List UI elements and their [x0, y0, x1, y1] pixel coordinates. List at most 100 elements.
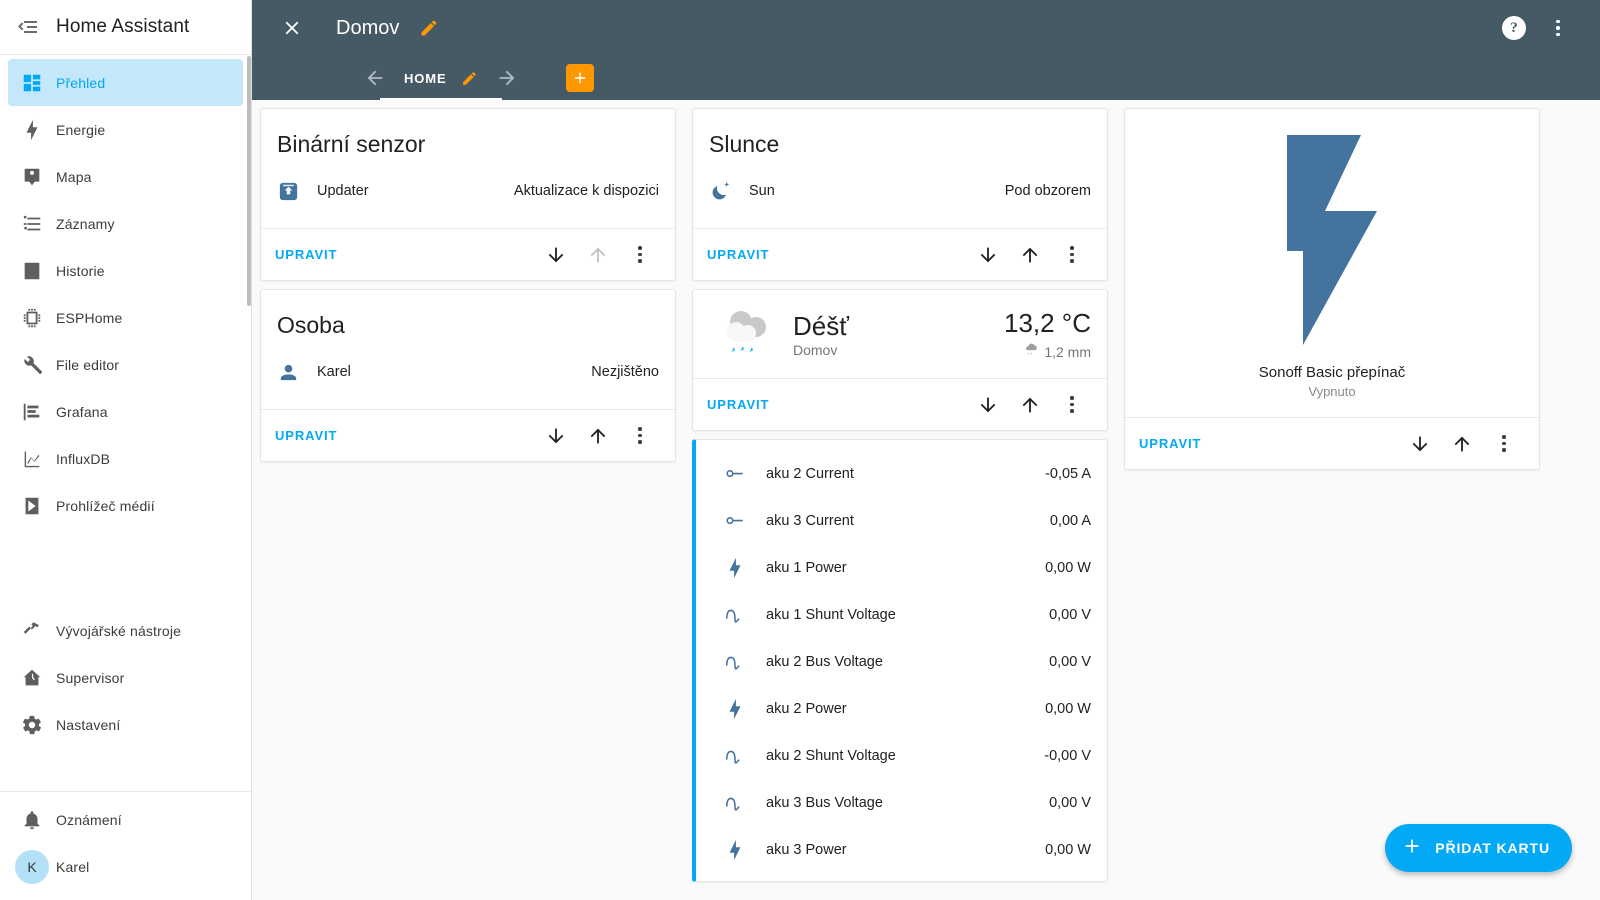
card-weather[interactable]: Déšť Domov 13,2 °C 1,2 mm UPRAVIT	[692, 289, 1108, 431]
move-card-down-button[interactable]	[1399, 423, 1441, 465]
pencil-icon[interactable]	[461, 70, 478, 87]
dots-vertical-icon	[1070, 396, 1074, 413]
move-card-down-button[interactable]	[535, 234, 577, 276]
dots-vertical-icon	[1070, 246, 1074, 263]
edit-card-button[interactable]: UPRAVIT	[275, 247, 337, 262]
card-overflow-button[interactable]	[619, 234, 661, 276]
arrow-right-icon[interactable]	[484, 67, 530, 89]
wrench-icon	[8, 354, 56, 376]
sidebar-item-grafana[interactable]: Grafana	[8, 388, 243, 435]
sensor-row[interactable]: aku 3 Current 0,00 A	[696, 497, 1107, 544]
sidebar-item-zaznamy[interactable]: Záznamy	[8, 200, 243, 247]
entity-name: Sun	[749, 183, 775, 199]
sidebar-item-historie[interactable]: Historie	[8, 247, 243, 294]
chip-icon	[8, 307, 56, 329]
edit-card-button[interactable]: UPRAVIT	[707, 397, 769, 412]
sensor-row[interactable]: aku 2 Power 0,00 W	[696, 685, 1107, 732]
edit-card-button[interactable]: UPRAVIT	[275, 428, 337, 443]
weather-pouring-icon	[1022, 342, 1039, 362]
sensor-value: 0,00 W	[1045, 841, 1091, 858]
card-overflow-button[interactable]	[1483, 423, 1525, 465]
lightning-bolt-icon	[8, 119, 56, 141]
sensor-row[interactable]: aku 3 Power 0,00 W	[696, 826, 1107, 873]
sensor-row[interactable]: aku 3 Bus Voltage 0,00 V	[696, 779, 1107, 826]
entity-name: Karel	[317, 364, 351, 380]
card-padding	[261, 214, 675, 228]
main-area: Domov ? HOME Binární senzor Updater Aktu…	[252, 0, 1600, 900]
entity-row[interactable]: Updater Aktualizace k dispozici	[261, 168, 675, 214]
sensor-value: 0,00 W	[1045, 700, 1091, 717]
cog-icon	[8, 714, 56, 736]
edit-card-button[interactable]: UPRAVIT	[707, 247, 769, 262]
move-card-up-button[interactable]	[1009, 384, 1051, 426]
card-binarni-senzor[interactable]: Binární senzor Updater Aktualizace k dis…	[260, 108, 676, 281]
glance-body[interactable]: Sonoff Basic přepínač Vypnuto	[1125, 109, 1539, 417]
flash-icon	[724, 557, 766, 579]
card-actions: UPRAVIT	[1125, 417, 1539, 469]
sensor-row[interactable]: aku 1 Power 0,00 W	[696, 544, 1107, 591]
card-osoba[interactable]: Osoba Karel Nezjištěno UPRAVIT	[260, 289, 676, 462]
help-circle-icon[interactable]: ?	[1492, 6, 1536, 50]
sidebar-item-oznameni[interactable]: Oznámení	[8, 796, 243, 843]
entity-row[interactable]: Sun Pod obzorem	[693, 168, 1107, 214]
arrow-left-icon[interactable]	[352, 67, 398, 89]
card-sensors[interactable]: aku 2 Current -0,05 A aku 3 Current 0,00…	[692, 439, 1108, 882]
sidebar-item-energie[interactable]: Energie	[8, 106, 243, 153]
card-title: Osoba	[277, 312, 345, 338]
sidebar-item-esphome[interactable]: ESPHome	[8, 294, 243, 341]
weather-location: Domov	[793, 342, 838, 359]
sidebar-item-file-editor[interactable]: File editor	[8, 341, 243, 388]
weather-summary: Déšť Domov	[787, 311, 1004, 359]
sensor-name: aku 1 Power	[766, 559, 847, 576]
account-icon	[277, 361, 317, 384]
move-card-up-button[interactable]	[1441, 423, 1483, 465]
add-view-button[interactable]	[565, 64, 594, 92]
sensor-name: aku 2 Power	[766, 700, 847, 717]
add-card-fab[interactable]: PŘIDAT KARTU	[1385, 824, 1572, 872]
weather-precip-value: 1,2 mm	[1044, 344, 1091, 360]
card-sonoff-basic[interactable]: Sonoff Basic přepínač Vypnuto UPRAVIT	[1124, 108, 1540, 470]
move-card-up-button[interactable]	[1009, 234, 1051, 276]
sensor-row[interactable]: aku 1 Shunt Voltage 0,00 V	[696, 591, 1107, 638]
sidebar-divider	[0, 791, 251, 792]
sidebar-item-supervisor[interactable]: Supervisor	[8, 654, 243, 701]
sensor-value: -0,00 V	[1044, 747, 1091, 764]
weather-rainy-icon	[709, 306, 787, 364]
sidebar-item-prehled[interactable]: Přehled	[8, 59, 243, 106]
sidebar-header: Home Assistant	[0, 0, 251, 55]
dots-vertical-icon[interactable]	[1536, 6, 1580, 50]
move-card-up-button[interactable]	[577, 415, 619, 457]
sidebar-scrollbar[interactable]	[247, 56, 251, 306]
sidebar-item-prohlizec-medii[interactable]: Prohlížeč médií	[8, 482, 243, 529]
sidebar-item-user[interactable]: K Karel	[8, 843, 243, 890]
move-card-down-button[interactable]	[535, 415, 577, 457]
sidebar-item-vyvojarske-nastroje[interactable]: Vývojářské nástroje	[8, 607, 243, 654]
sidebar-item-label: Přehled	[56, 74, 106, 91]
sidebar-user-label: Karel	[56, 858, 90, 875]
sidebar-nav: Přehled Energie Mapa Záznamy Historie ES…	[0, 55, 251, 786]
entity-row[interactable]: Karel Nezjištěno	[261, 349, 675, 395]
weather-readings: 13,2 °C 1,2 mm	[1004, 308, 1091, 362]
sidebar-item-nastaveni[interactable]: Nastavení	[8, 701, 243, 748]
sidebar-item-influxdb[interactable]: InfluxDB	[8, 435, 243, 482]
sensor-row[interactable]: aku 2 Shunt Voltage -0,00 V	[696, 732, 1107, 779]
sidebar: Home Assistant Přehled Energie Mapa Zázn…	[0, 0, 252, 900]
move-card-down-button[interactable]	[967, 384, 1009, 426]
pencil-icon[interactable]	[419, 18, 439, 38]
card-overflow-button[interactable]	[1051, 384, 1093, 426]
entity-state: Nezjištěno	[591, 364, 659, 380]
card-overflow-button[interactable]	[1051, 234, 1093, 276]
move-card-down-button[interactable]	[967, 234, 1009, 276]
sensor-row[interactable]: aku 2 Bus Voltage 0,00 V	[696, 638, 1107, 685]
sensor-row[interactable]: aku 2 Current -0,05 A	[696, 450, 1107, 497]
card-overflow-button[interactable]	[619, 415, 661, 457]
overflow-dots	[1556, 19, 1560, 37]
sidebar-item-label: Záznamy	[56, 215, 115, 232]
card-slunce[interactable]: Slunce Sun Pod obzorem UPRAVIT	[692, 108, 1108, 281]
avatar: K	[8, 849, 56, 884]
menu-open-icon[interactable]	[0, 15, 56, 39]
tab-home[interactable]: HOME	[380, 56, 502, 100]
sidebar-item-mapa[interactable]: Mapa	[8, 153, 243, 200]
close-icon[interactable]	[270, 6, 314, 50]
edit-card-button[interactable]: UPRAVIT	[1139, 436, 1201, 451]
